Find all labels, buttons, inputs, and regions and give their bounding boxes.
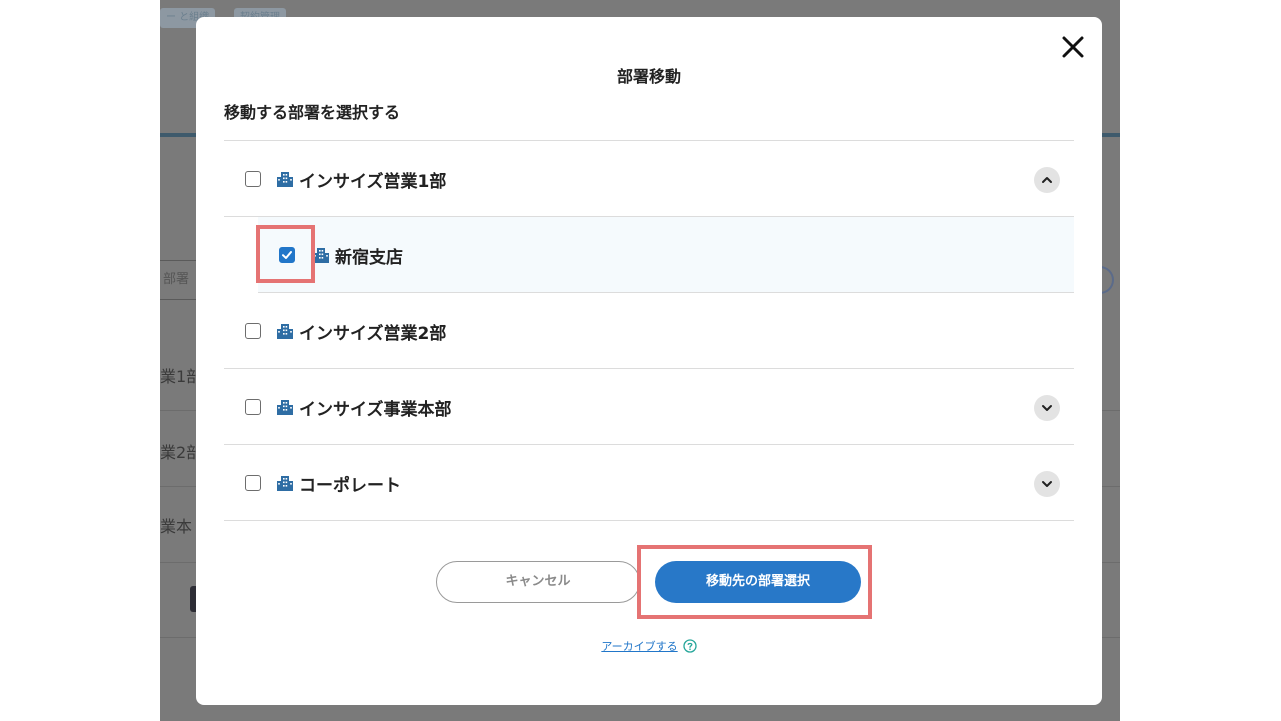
department-name: インサイズ営業1部 — [299, 172, 447, 192]
highlight-checkbox — [256, 225, 315, 283]
section-label: 移動する部署を選択する — [224, 103, 401, 122]
building-icon — [277, 476, 293, 491]
screen: ー と組織 契約管理 部署 業1部 業2部 業本 部署移動 移動する部署を選択す… — [0, 0, 1281, 721]
building-icon — [277, 324, 293, 339]
department-checkbox[interactable] — [245, 171, 261, 187]
department-row[interactable]: インサイズ営業2部 — [224, 293, 1074, 369]
department-name: インサイズ営業2部 — [299, 324, 447, 344]
department-list: インサイズ営業1部 新宿支店 インサイズ営業2部 インサイズ事業本部 コーポレー… — [224, 140, 1074, 521]
building-icon — [277, 400, 293, 415]
close-button[interactable] — [1058, 32, 1088, 62]
department-name: インサイズ事業本部 — [299, 400, 452, 420]
expand-button[interactable] — [1034, 395, 1060, 421]
help-circle-icon[interactable] — [683, 639, 697, 653]
department-row[interactable]: インサイズ営業1部 — [224, 141, 1074, 217]
chevron-down-icon — [1042, 481, 1052, 487]
expand-button[interactable] — [1034, 471, 1060, 497]
department-name: 新宿支店 — [335, 248, 403, 268]
department-row[interactable]: コーポレート — [224, 445, 1074, 521]
department-name: コーポレート — [299, 476, 401, 496]
chevron-up-icon — [1042, 177, 1052, 183]
collapse-button[interactable] — [1034, 167, 1060, 193]
department-checkbox[interactable] — [245, 323, 261, 339]
department-checkbox[interactable] — [245, 399, 261, 415]
highlight-primary-button — [637, 545, 872, 619]
modal-title: 部署移動 — [616, 67, 681, 86]
cancel-button[interactable]: キャンセル — [436, 561, 640, 603]
close-icon — [1062, 36, 1084, 58]
department-row[interactable]: インサイズ事業本部 — [224, 369, 1074, 445]
department-checkbox[interactable] — [245, 475, 261, 491]
building-icon — [277, 172, 293, 187]
department-row[interactable]: 新宿支店 — [258, 217, 1074, 293]
chevron-down-icon — [1042, 405, 1052, 411]
archive-link[interactable]: アーカイブする — [601, 640, 677, 653]
archive-link-row: アーカイブする — [196, 638, 1102, 654]
